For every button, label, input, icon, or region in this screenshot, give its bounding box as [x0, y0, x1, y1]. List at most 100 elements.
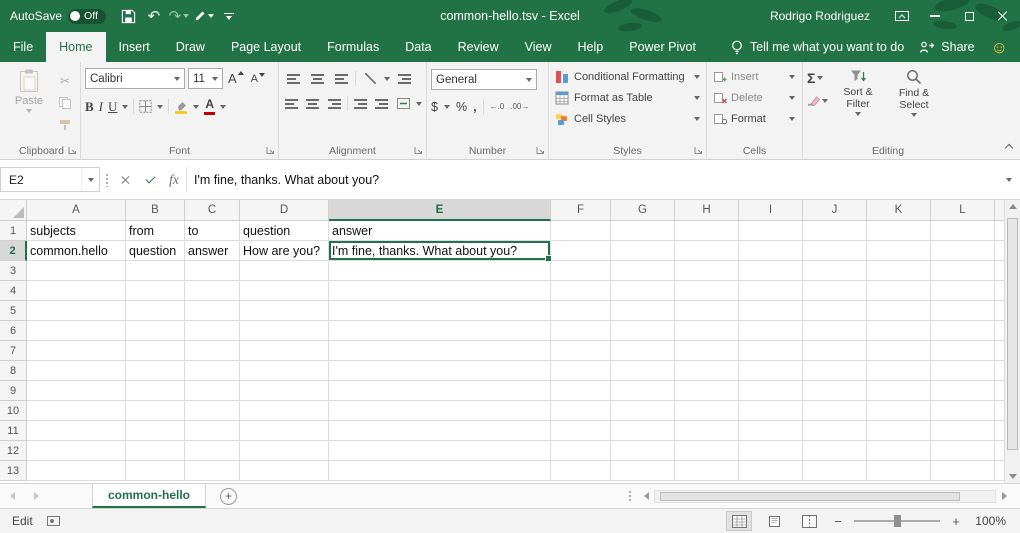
cell-M2[interactable] [995, 241, 1004, 261]
tab-power-pivot[interactable]: Power Pivot [616, 32, 709, 62]
tell-me-box[interactable]: Tell me what you want to do [731, 32, 904, 62]
row-header-10[interactable]: 10 [0, 401, 27, 421]
macro-record-icon[interactable] [47, 516, 60, 526]
cell-M7[interactable] [995, 341, 1004, 361]
col-header-E[interactable]: E [329, 200, 551, 221]
formula-input[interactable]: I'm fine, thanks. What about you? [186, 167, 998, 192]
cell-E6[interactable] [329, 321, 551, 341]
touch-mouse-mode-button[interactable] [193, 3, 215, 29]
cell-D11[interactable] [240, 421, 329, 441]
zoom-slider-thumb[interactable] [894, 515, 901, 527]
col-header-A[interactable]: A [27, 200, 126, 221]
cell-F4[interactable] [551, 281, 611, 301]
formula-bar-grip[interactable] [105, 173, 109, 187]
cell-J13[interactable] [803, 461, 867, 481]
row-header-4[interactable]: 4 [0, 281, 27, 301]
cell-A8[interactable] [27, 361, 126, 381]
tab-page-layout[interactable]: Page Layout [218, 32, 314, 62]
scroll-down-icon[interactable] [1009, 474, 1017, 479]
cell-L5[interactable] [931, 301, 995, 321]
cell-K11[interactable] [867, 421, 931, 441]
cell-M9[interactable] [995, 381, 1004, 401]
user-name[interactable]: Rodrigo Rodriguez [770, 9, 870, 23]
styles-dialog-launcher[interactable] [694, 146, 703, 155]
comma-style-button[interactable]: , [473, 100, 476, 114]
italic-button[interactable]: I [99, 99, 103, 115]
zoom-slider[interactable] [854, 520, 940, 522]
row-header-8[interactable]: 8 [0, 361, 27, 381]
insert-cells-button[interactable]: Insert [711, 66, 798, 87]
cell-B5[interactable] [126, 301, 185, 321]
cell-C7[interactable] [185, 341, 240, 361]
cell-A2[interactable]: common.hello [27, 241, 126, 261]
find-select-button[interactable]: Find & Select [888, 66, 940, 117]
delete-cells-button[interactable]: Delete [711, 87, 798, 108]
cell-A11[interactable] [27, 421, 126, 441]
cell-A7[interactable] [27, 341, 126, 361]
insert-function-button[interactable]: fx [162, 167, 186, 192]
cell-L3[interactable] [931, 261, 995, 281]
align-bottom-button[interactable] [331, 69, 351, 88]
cell-K9[interactable] [867, 381, 931, 401]
cell-C4[interactable] [185, 281, 240, 301]
cell-G11[interactable] [611, 421, 675, 441]
increase-decimal-button[interactable]: ←.0 [490, 102, 505, 111]
cell-D3[interactable] [240, 261, 329, 281]
cell-A6[interactable] [27, 321, 126, 341]
cell-B7[interactable] [126, 341, 185, 361]
cell-D13[interactable] [240, 461, 329, 481]
cell-L9[interactable] [931, 381, 995, 401]
feedback-smiley-button[interactable]: ☺ [991, 32, 1008, 62]
sheet-nav-right-button[interactable] [24, 492, 48, 500]
cell-G13[interactable] [611, 461, 675, 481]
cell-I1[interactable] [739, 221, 803, 241]
cell-E3[interactable] [329, 261, 551, 281]
cell-C10[interactable] [185, 401, 240, 421]
cell-G8[interactable] [611, 361, 675, 381]
cell-D7[interactable] [240, 341, 329, 361]
cell-styles-button[interactable]: Cell Styles [553, 108, 702, 129]
number-format-select[interactable]: General [431, 69, 537, 90]
cell-F3[interactable] [551, 261, 611, 281]
align-top-button[interactable] [283, 69, 303, 88]
cell-F6[interactable] [551, 321, 611, 341]
cell-H9[interactable] [675, 381, 739, 401]
col-header-F[interactable]: F [551, 200, 611, 221]
copy-button[interactable] [54, 93, 76, 112]
cell-G9[interactable] [611, 381, 675, 401]
cell-J3[interactable] [803, 261, 867, 281]
cell-H13[interactable] [675, 461, 739, 481]
cell-J12[interactable] [803, 441, 867, 461]
cell-C5[interactable] [185, 301, 240, 321]
font-color-button[interactable]: A [204, 98, 215, 115]
tab-help[interactable]: Help [565, 32, 617, 62]
cell-K4[interactable] [867, 281, 931, 301]
cell-H12[interactable] [675, 441, 739, 461]
increase-font-size-button[interactable]: A [226, 71, 246, 86]
borders-icon[interactable] [139, 100, 152, 113]
ribbon-display-options-button[interactable] [886, 0, 918, 32]
cell-I12[interactable] [739, 441, 803, 461]
row-header-7[interactable]: 7 [0, 341, 27, 361]
cell-D1[interactable]: question [240, 221, 329, 241]
cut-button[interactable]: ✂ [54, 71, 76, 90]
cell-A10[interactable] [27, 401, 126, 421]
underline-button[interactable]: U [108, 99, 117, 115]
cell-J6[interactable] [803, 321, 867, 341]
cell-M6[interactable] [995, 321, 1004, 341]
cell-D2[interactable]: How are you? [240, 241, 329, 261]
row-header-9[interactable]: 9 [0, 381, 27, 401]
enter-button[interactable] [138, 167, 162, 192]
cell-B12[interactable] [126, 441, 185, 461]
cell-L10[interactable] [931, 401, 995, 421]
cell-L2[interactable] [931, 241, 995, 261]
cell-H7[interactable] [675, 341, 739, 361]
tab-data[interactable]: Data [392, 32, 444, 62]
paste-button[interactable]: Paste [7, 66, 51, 134]
clear-button[interactable] [807, 91, 828, 110]
cell-M13[interactable] [995, 461, 1004, 481]
row-header-3[interactable]: 3 [0, 261, 27, 281]
cell-I5[interactable] [739, 301, 803, 321]
cell-A3[interactable] [27, 261, 126, 281]
cell-K6[interactable] [867, 321, 931, 341]
